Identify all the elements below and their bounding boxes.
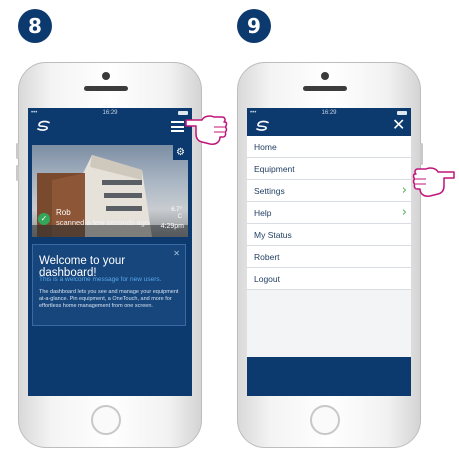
chevron-right-icon: › — [401, 183, 407, 198]
screen-menu: ••• 16:29 ✕ Home Equipment Settings › Hel… — [247, 108, 411, 396]
pointing-hand-icon — [185, 115, 228, 145]
menu-item-robert[interactable]: Robert — [247, 246, 411, 268]
welcome-subtitle: This is a welcome message for new users. — [39, 276, 162, 283]
menu-item-my-status[interactable]: My Status — [247, 224, 411, 246]
menu-item-label: Settings — [254, 186, 285, 196]
home-button[interactable] — [91, 405, 121, 435]
nav-menu: Home Equipment Settings › Help › My Status… — [247, 136, 411, 384]
menu-item-settings[interactable]: Settings › — [247, 180, 411, 202]
pointing-hand-icon — [412, 167, 455, 197]
menu-item-equipment[interactable]: Equipment — [247, 158, 411, 180]
earpiece-speaker — [303, 86, 347, 91]
menu-item-label: Home — [254, 142, 277, 152]
menu-item-home[interactable]: Home — [247, 136, 411, 158]
chevron-right-icon: › — [401, 205, 407, 220]
screen-dashboard: ••• 16:29 ⚙ ✓ Rob scanned a few seconds … — [28, 108, 192, 396]
phone-right: ••• 16:29 ✕ Home Equipment Settings › Hel… — [237, 62, 423, 448]
device-status: scanned a few seconds ago — [56, 218, 149, 227]
home-button[interactable] — [310, 405, 340, 435]
volume-button — [16, 165, 19, 181]
menu-empty-area — [247, 290, 411, 357]
temp-unit: C — [177, 214, 182, 220]
menu-item-logout[interactable]: Logout — [247, 268, 411, 290]
step-badge-9: 9 — [237, 9, 271, 43]
welcome-panel: ✕ Welcome to your dashboard! This is a w… — [32, 244, 186, 326]
device-temperature: 6.7° C — [171, 207, 182, 221]
front-camera — [102, 72, 110, 80]
earpiece-speaker — [84, 86, 128, 91]
menu-item-help[interactable]: Help › — [247, 202, 411, 224]
logo-icon[interactable] — [36, 120, 52, 132]
menu-item-label: Help — [254, 208, 272, 218]
status-time: 16:29 — [321, 110, 337, 116]
close-icon[interactable]: ✕ — [392, 117, 405, 133]
device-card[interactable]: ⚙ ✓ Rob scanned a few seconds ago 6.7° C… — [32, 145, 188, 237]
logo-icon[interactable] — [255, 120, 271, 132]
status-time: 16:29 — [102, 110, 118, 116]
volume-button — [16, 143, 19, 159]
menu-item-label: Robert — [254, 252, 280, 262]
menu-item-label: Logout — [254, 274, 280, 284]
phone-left: ••• 16:29 ⚙ ✓ Rob scanned a few seconds … — [16, 62, 202, 448]
menu-item-label: My Status — [254, 230, 292, 240]
check-icon: ✓ — [38, 213, 50, 225]
step-badge-8: 8 — [18, 9, 52, 43]
menu-item-label: Equipment — [254, 164, 295, 174]
status-bar: ••• 16:29 — [247, 109, 411, 117]
menu-icon[interactable] — [171, 121, 184, 132]
menu-footer — [247, 357, 411, 384]
device-name: Rob — [56, 208, 71, 217]
power-button — [420, 143, 423, 165]
device-time: 4:29pm — [160, 223, 184, 230]
front-camera — [321, 72, 329, 80]
temp-value: 6.7° — [171, 207, 182, 213]
welcome-body: The dashboard lets you see and manage yo… — [39, 289, 179, 309]
status-bar: ••• 16:29 — [28, 109, 192, 117]
